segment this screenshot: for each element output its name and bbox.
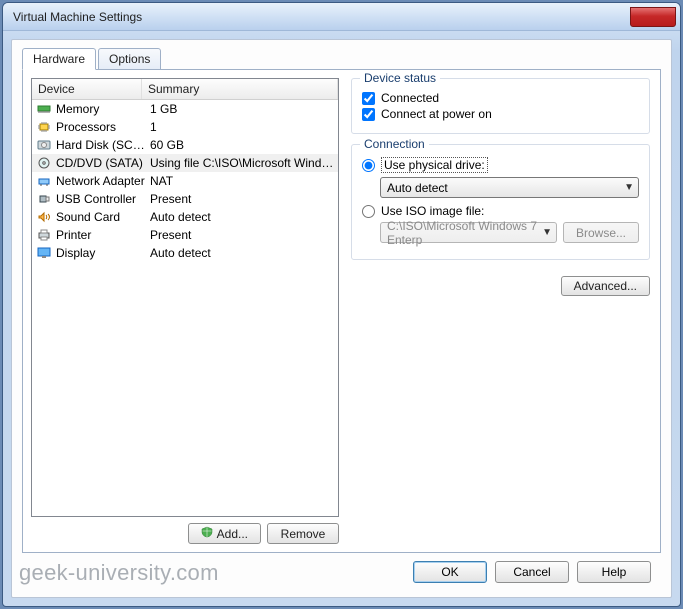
- physical-drive-value: Auto detect: [387, 181, 448, 195]
- device-list-buttons: Add... Remove: [31, 523, 339, 544]
- display-icon: [36, 246, 52, 260]
- device-list[interactable]: Device Summary Memory1 GBProcessors1Hard…: [31, 78, 339, 517]
- use-physical-radio[interactable]: [362, 159, 375, 172]
- iso-sub: C:\ISO\Microsoft Windows 7 Enterp ▼ Brow…: [380, 222, 639, 243]
- settings-column: Device status Connected Connect at power…: [351, 78, 652, 544]
- window-title: Virtual Machine Settings: [13, 10, 142, 24]
- tab-hardware[interactable]: Hardware: [22, 48, 96, 70]
- device-summary: 1: [146, 120, 334, 134]
- device-row[interactable]: Sound CardAuto detect: [32, 208, 338, 226]
- browse-label: Browse...: [576, 226, 626, 240]
- device-name: Hard Disk (SCSI): [56, 138, 146, 152]
- ok-button[interactable]: OK: [413, 561, 487, 583]
- add-button-label: Add...: [217, 527, 248, 541]
- disc-icon: [36, 156, 52, 170]
- device-row[interactable]: DisplayAuto detect: [32, 244, 338, 262]
- remove-button-label: Remove: [281, 527, 326, 541]
- use-physical-label: Use physical drive:: [381, 157, 488, 173]
- connected-checkbox[interactable]: [362, 92, 375, 105]
- device-name: USB Controller: [56, 192, 146, 206]
- connected-label: Connected: [381, 91, 439, 105]
- hardware-panel: Device Summary Memory1 GBProcessors1Hard…: [22, 69, 661, 553]
- printer-icon: [36, 228, 52, 242]
- device-name: CD/DVD (SATA): [56, 156, 146, 170]
- device-summary: Auto detect: [146, 210, 334, 224]
- chevron-down-icon: ▼: [624, 182, 634, 193]
- device-summary: Present: [146, 192, 334, 206]
- connect-poweron-label: Connect at power on: [381, 107, 492, 121]
- use-physical-row: Use physical drive:: [362, 157, 639, 173]
- device-name: Network Adapter: [56, 174, 146, 188]
- connection-title: Connection: [360, 137, 429, 151]
- tabs: Hardware Options: [22, 48, 661, 70]
- close-button[interactable]: [630, 7, 676, 27]
- connect-poweron-checkbox[interactable]: [362, 108, 375, 121]
- shield-icon: [201, 526, 213, 541]
- dialog-button-row: OK Cancel Help: [22, 553, 661, 587]
- advanced-row: Advanced...: [351, 276, 650, 296]
- chevron-down-icon: ▼: [542, 227, 552, 238]
- device-name: Printer: [56, 228, 146, 242]
- device-status-group: Device status Connected Connect at power…: [351, 78, 650, 134]
- device-rows: Memory1 GBProcessors1Hard Disk (SCSI)60 …: [32, 100, 338, 516]
- use-iso-radio[interactable]: [362, 205, 375, 218]
- help-button[interactable]: Help: [577, 561, 651, 583]
- iso-path-value: C:\ISO\Microsoft Windows 7 Enterp: [387, 219, 542, 247]
- header-device[interactable]: Device: [32, 79, 142, 99]
- cancel-button[interactable]: Cancel: [495, 561, 569, 583]
- device-row[interactable]: PrinterPresent: [32, 226, 338, 244]
- memory-icon: [36, 102, 52, 116]
- titlebar: Virtual Machine Settings: [3, 3, 680, 31]
- device-summary: Using file C:\ISO\Microsoft Windo...: [146, 156, 334, 170]
- device-name: Display: [56, 246, 146, 260]
- physical-drive-combo[interactable]: Auto detect ▼: [380, 177, 639, 198]
- device-summary: NAT: [146, 174, 334, 188]
- iso-path-combo: C:\ISO\Microsoft Windows 7 Enterp ▼: [380, 222, 557, 243]
- connection-group: Connection Use physical drive: Auto dete…: [351, 144, 650, 260]
- device-column: Device Summary Memory1 GBProcessors1Hard…: [31, 78, 339, 544]
- vm-settings-window: Virtual Machine Settings Hardware Option…: [2, 2, 681, 607]
- usb-icon: [36, 192, 52, 206]
- sound-icon: [36, 210, 52, 224]
- dialog-body: Hardware Options Device Summary Memory1 …: [11, 39, 672, 598]
- device-row[interactable]: CD/DVD (SATA)Using file C:\ISO\Microsoft…: [32, 154, 338, 172]
- connected-row: Connected: [362, 91, 639, 105]
- device-name: Sound Card: [56, 210, 146, 224]
- device-summary: Present: [146, 228, 334, 242]
- advanced-label: Advanced...: [574, 279, 637, 293]
- physical-drive-sub: Auto detect ▼: [380, 177, 639, 198]
- device-list-header: Device Summary: [32, 79, 338, 100]
- connect-poweron-row: Connect at power on: [362, 107, 639, 121]
- cpu-icon: [36, 120, 52, 134]
- device-row[interactable]: Network AdapterNAT: [32, 172, 338, 190]
- device-name: Memory: [56, 102, 146, 116]
- advanced-button[interactable]: Advanced...: [561, 276, 650, 296]
- device-status-title: Device status: [360, 71, 440, 85]
- device-row[interactable]: Hard Disk (SCSI)60 GB: [32, 136, 338, 154]
- disk-icon: [36, 138, 52, 152]
- use-iso-row: Use ISO image file:: [362, 204, 639, 218]
- device-summary: Auto detect: [146, 246, 334, 260]
- add-button[interactable]: Add...: [188, 523, 261, 544]
- remove-button[interactable]: Remove: [267, 523, 339, 544]
- device-name: Processors: [56, 120, 146, 134]
- device-row[interactable]: Processors1: [32, 118, 338, 136]
- device-summary: 1 GB: [146, 102, 334, 116]
- header-summary[interactable]: Summary: [142, 79, 338, 99]
- browse-button: Browse...: [563, 222, 639, 243]
- use-iso-label: Use ISO image file:: [381, 204, 484, 218]
- tab-options[interactable]: Options: [98, 48, 161, 70]
- device-row[interactable]: USB ControllerPresent: [32, 190, 338, 208]
- device-summary: 60 GB: [146, 138, 334, 152]
- net-icon: [36, 174, 52, 188]
- device-row[interactable]: Memory1 GB: [32, 100, 338, 118]
